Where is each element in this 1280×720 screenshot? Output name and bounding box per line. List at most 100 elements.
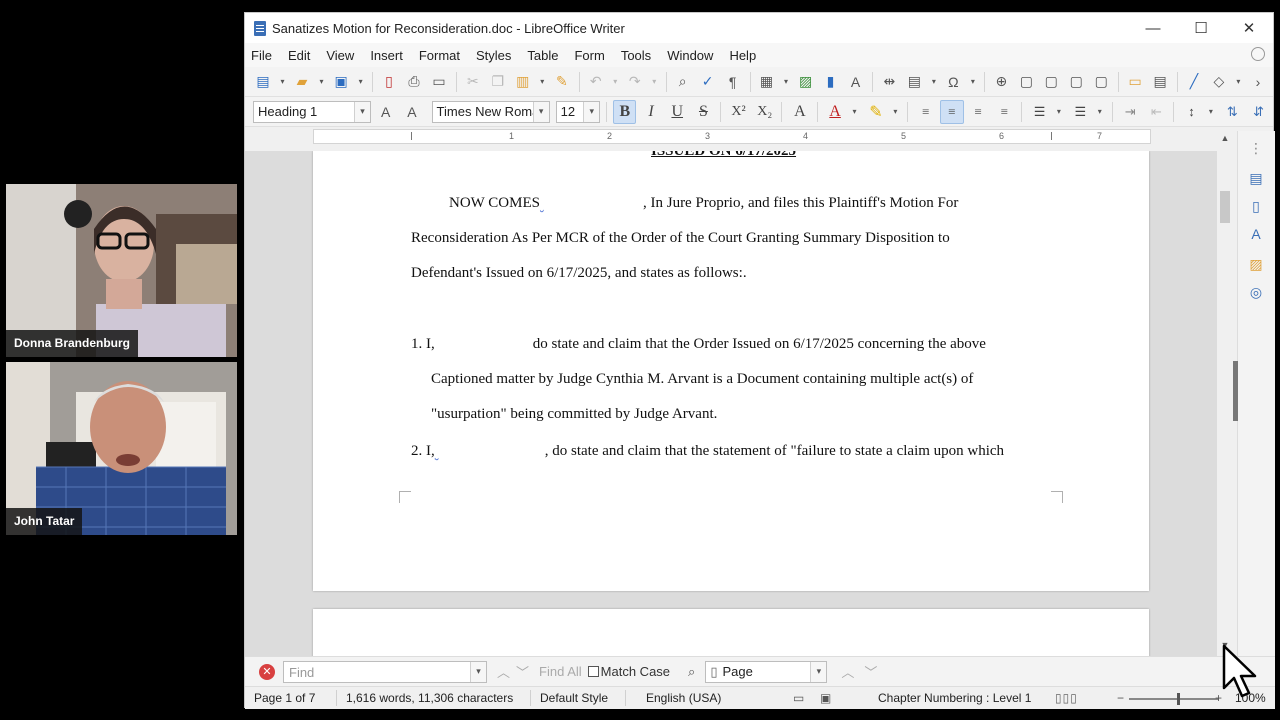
paragraph-style-select[interactable]: Heading 1 ▾: [253, 100, 372, 123]
styles-icon[interactable]: A: [1245, 223, 1267, 245]
special-character-icon[interactable]: Ω: [943, 71, 963, 93]
print-preview-icon[interactable]: ▭: [429, 71, 449, 93]
menu-form[interactable]: Form: [574, 48, 604, 63]
line-icon[interactable]: ╱: [1184, 71, 1204, 93]
decrease-paragraph-spacing-icon[interactable]: ⇵: [1247, 100, 1270, 124]
scroll-up-icon[interactable]: ▲: [1217, 133, 1233, 147]
chevron-down-icon[interactable]: ▾: [810, 661, 827, 682]
cross-reference-icon[interactable]: ▢: [1091, 71, 1111, 93]
decrease-indent-icon[interactable]: ⇤: [1145, 100, 1168, 124]
document-page[interactable]: ISSUED ON 6/17/2025 NOW COMES , In Jure …: [313, 151, 1149, 591]
undo-icon[interactable]: ↶: [586, 71, 606, 93]
word-count[interactable]: 1,616 words, 11,306 characters: [346, 691, 513, 705]
match-case-checkbox[interactable]: Match Case: [587, 664, 670, 679]
find-input[interactable]: Find ▾: [283, 660, 487, 683]
bookmark-icon[interactable]: ▢: [1066, 71, 1086, 93]
formatting-marks-icon[interactable]: ¶: [723, 71, 743, 93]
chevron-down-icon[interactable]: ▾: [470, 661, 486, 682]
highlight-color-icon[interactable]: ✎: [864, 100, 887, 124]
previous-element-icon[interactable]: ︿: [841, 662, 854, 681]
open-folder-icon[interactable]: ▰: [292, 71, 312, 93]
track-changes-icon[interactable]: ▤: [1150, 71, 1170, 93]
language[interactable]: English (USA): [646, 691, 721, 705]
menu-table[interactable]: Table: [527, 48, 558, 63]
font-size-select[interactable]: 12 ▾: [555, 100, 601, 123]
save-icon[interactable]: ▣: [331, 71, 351, 93]
endnote-icon[interactable]: ▢: [1041, 71, 1061, 93]
justify-icon[interactable]: ≡: [993, 100, 1016, 124]
export-pdf-icon[interactable]: ▯: [379, 71, 399, 93]
page-icon[interactable]: ▯: [1245, 195, 1267, 217]
menu-file[interactable]: File: [251, 48, 272, 63]
bullet-list-icon[interactable]: ☰: [1028, 100, 1051, 124]
sidebar-menu-icon[interactable]: ⋮: [1245, 137, 1267, 159]
close-find-icon[interactable]: ✕: [259, 663, 275, 680]
view-layout-icon[interactable]: ▯▯▯: [1055, 691, 1078, 705]
table-dropdown-icon[interactable]: ▾: [782, 71, 791, 93]
menu-help[interactable]: Help: [729, 48, 756, 63]
zoom-out-icon[interactable]: −: [1117, 691, 1124, 705]
menu-view[interactable]: View: [326, 48, 354, 63]
zoom-slider-knob[interactable]: [1177, 693, 1180, 705]
subscript-button[interactable]: X₂: [753, 100, 776, 124]
menu-edit[interactable]: Edit: [288, 48, 310, 63]
superscript-button[interactable]: X²: [727, 100, 750, 124]
insert-mode-icon[interactable]: ▭: [793, 691, 804, 705]
numbered-list-icon[interactable]: ☰: [1069, 100, 1092, 124]
align-center-icon[interactable]: ≡: [940, 99, 964, 124]
insert-field-icon[interactable]: ▤: [904, 71, 924, 93]
zoom-slider[interactable]: [1129, 693, 1219, 705]
document-area[interactable]: ISSUED ON 6/17/2025 NOW COMES , In Jure …: [245, 151, 1217, 656]
open-dropdown-icon[interactable]: ▾: [317, 71, 326, 93]
search-scope-select[interactable]: ▯ Page ▾: [705, 660, 828, 683]
menu-insert[interactable]: Insert: [370, 48, 403, 63]
align-right-icon[interactable]: ≡: [967, 100, 990, 124]
new-style-icon[interactable]: A: [401, 101, 422, 123]
menu-window[interactable]: Window: [667, 48, 713, 63]
basic-shapes-icon[interactable]: ◇: [1209, 71, 1229, 93]
align-left-icon[interactable]: ≡: [914, 100, 937, 124]
chevron-down-icon[interactable]: ▾: [583, 101, 600, 122]
line-spacing-icon[interactable]: ↕: [1180, 100, 1203, 124]
font-color-icon[interactable]: A: [823, 100, 846, 124]
update-style-icon[interactable]: A: [375, 101, 396, 123]
italic-button[interactable]: I: [639, 100, 662, 124]
ruler-left-indent-marker[interactable]: [411, 132, 412, 140]
new-dropdown-icon[interactable]: ▾: [278, 71, 287, 93]
close-button[interactable]: ✕: [1225, 13, 1273, 43]
spelling-icon[interactable]: ✓: [698, 71, 718, 93]
document-page[interactable]: [313, 609, 1149, 656]
font-color-dropdown-icon[interactable]: ▾: [850, 101, 860, 123]
menu-styles[interactable]: Styles: [476, 48, 511, 63]
line-spacing-dropdown-icon[interactable]: ▾: [1206, 101, 1216, 123]
zoom-in-icon[interactable]: +: [1215, 691, 1222, 705]
insert-table-icon[interactable]: ▦: [757, 71, 777, 93]
find-replace-icon[interactable]: ⌕: [688, 664, 695, 680]
menu-format[interactable]: Format: [419, 48, 460, 63]
print-icon[interactable]: ⎙: [404, 71, 424, 93]
chevron-down-icon[interactable]: ▾: [354, 101, 371, 122]
underline-button[interactable]: U: [666, 100, 689, 124]
ruler-right-indent-marker[interactable]: [1051, 132, 1052, 140]
menu-tools[interactable]: Tools: [621, 48, 651, 63]
find-replace-icon[interactable]: ⌕: [673, 71, 693, 93]
copy-icon[interactable]: ❐: [488, 71, 508, 93]
strikethrough-button[interactable]: S: [692, 100, 715, 124]
page-count[interactable]: Page 1 of 7: [254, 691, 315, 705]
minimize-button[interactable]: —: [1129, 13, 1177, 43]
hyperlink-icon[interactable]: ⊕: [991, 71, 1011, 93]
bold-button[interactable]: B: [613, 99, 637, 124]
horizontal-ruler[interactable]: 1 2 3 4 5 6 7: [313, 129, 1151, 144]
font-name-select[interactable]: Times New Roman ▾: [431, 100, 550, 123]
numbering-dropdown-icon[interactable]: ▾: [1095, 101, 1105, 123]
comment-icon[interactable]: ▭: [1125, 71, 1145, 93]
highlight-dropdown-icon[interactable]: ▾: [891, 101, 901, 123]
chevron-down-icon[interactable]: ▾: [532, 101, 549, 122]
bullet-dropdown-icon[interactable]: ▾: [1054, 101, 1064, 123]
vertical-scrollbar[interactable]: ▲ ▼: [1217, 131, 1233, 656]
insert-page-break-icon[interactable]: ⇹: [879, 71, 899, 93]
page-style[interactable]: Default Style: [540, 691, 608, 705]
checkbox-box[interactable]: [587, 666, 599, 677]
insert-chart-icon[interactable]: ▮: [821, 71, 841, 93]
paste-dropdown-icon[interactable]: ▾: [538, 71, 547, 93]
